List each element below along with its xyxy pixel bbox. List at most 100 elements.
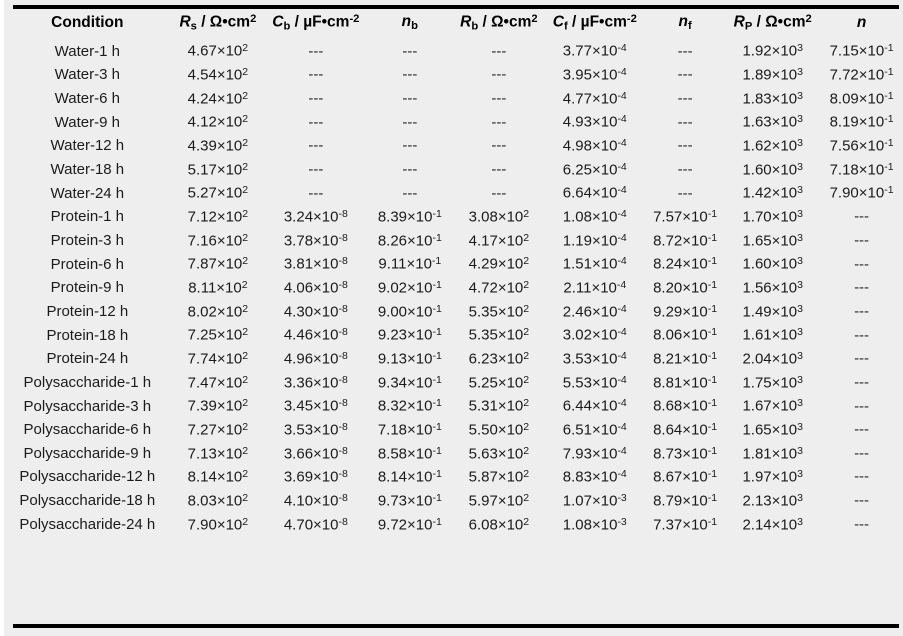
table-row: Protein-12 h 8.02×102 4.30×10-8 9.00×10-1 5.…: [4, 300, 903, 324]
value-mantissa: 9.11×10: [378, 255, 432, 273]
table-row: Polysaccharide-18 h 8.03×102 4.10×10-8 9.73…: [4, 489, 903, 513]
value-exponent: -1: [884, 89, 894, 102]
value-exponent: -1: [707, 420, 718, 433]
cell-Rb: 4.29×102: [453, 252, 545, 276]
cell-Rp: 2.13×103: [725, 489, 820, 513]
cell-Rb: 5.25×102: [453, 371, 545, 395]
value-mantissa: 7.90×10: [187, 515, 243, 533]
value-exponent: 3: [797, 373, 803, 386]
value-mantissa: 6.51×10: [562, 421, 618, 439]
cell-Cf: 2.46×10-4: [545, 300, 645, 324]
value-mantissa: 3.53×10: [283, 421, 339, 439]
cell-Rp: 2.04×103: [725, 347, 820, 371]
value-exponent: -8: [338, 420, 348, 433]
cell-nf: 8.64×10-1: [645, 418, 725, 442]
value-mantissa: 7.18×10: [377, 421, 433, 439]
table-row: Polysaccharide-24 h 7.90×102 4.70×10-8 9.72…: [4, 513, 903, 537]
value-exponent: 2: [242, 444, 249, 457]
table-header: Condition Rs / Ω•cm2 Cb / µF•cm-2 nb Rb / Ω•…: [4, 11, 903, 39]
cell-Cb: 3.36×10-8: [265, 371, 366, 395]
value-mantissa: 9.13×10: [377, 350, 433, 368]
cell-Rs: 7.47×102: [171, 371, 265, 395]
value-mantissa: 5.27×10: [187, 184, 243, 202]
cell-nf: 7.57×10-1: [645, 205, 725, 229]
value-exponent: 2: [523, 397, 530, 410]
cell-Rb: 5.63×102: [453, 442, 545, 466]
cell-Cb: ---: [308, 113, 324, 131]
cell-condition: Polysaccharide-9 h: [23, 444, 152, 462]
value-mantissa: 7.25×10: [187, 326, 243, 344]
value-exponent: -1: [707, 491, 718, 504]
value-mantissa: 8.73×10: [653, 445, 708, 463]
value-mantissa: 1.65×10: [742, 232, 798, 250]
value-mantissa: 9.02×10: [377, 279, 433, 297]
cell-Rp: 1.42×103: [725, 181, 820, 205]
table-row: Protein-1 h 7.12×102 3.24×10-8 8.39×10-1 3.0…: [4, 205, 903, 229]
value-mantissa: 4.06×10: [283, 279, 339, 297]
cell-nb: 8.26×10-1: [367, 229, 454, 253]
value-exponent: 3: [797, 515, 803, 528]
value-mantissa: 7.37×10: [653, 515, 708, 533]
value-exponent: -1: [707, 349, 718, 362]
value-exponent: -4: [617, 397, 627, 410]
header-symbol: R: [733, 13, 745, 31]
cell-Rb: 5.31×102: [453, 394, 545, 418]
value-mantissa: 1.92×10: [742, 42, 798, 60]
value-exponent: -4: [617, 137, 627, 150]
value-exponent: -4: [616, 279, 627, 292]
header-unit-exponent: 2: [805, 13, 812, 25]
value-exponent: 2: [523, 373, 530, 386]
cell-Rb: 3.08×102: [453, 205, 545, 229]
value-mantissa: 3.24×10: [283, 208, 339, 226]
value-mantissa: 7.90×10: [829, 184, 885, 202]
value-mantissa: 4.17×10: [468, 232, 524, 250]
value-mantissa: 8.26×10: [377, 232, 433, 250]
cell-n: 7.18×10-1: [820, 158, 903, 182]
value-exponent: -8: [338, 326, 348, 339]
value-mantissa: 3.78×10: [283, 232, 339, 250]
value-mantissa: 8.24×10: [653, 255, 708, 273]
value-mantissa: 9.72×10: [377, 515, 433, 533]
value-exponent: -1: [707, 515, 718, 528]
value-exponent: 2: [523, 255, 530, 268]
value-exponent: -4: [617, 42, 627, 55]
cell-nb: 7.18×10-1: [367, 418, 454, 442]
cell-nb: 9.34×10-1: [367, 371, 454, 395]
cell-Rb: ---: [491, 137, 507, 155]
value-mantissa: 1.63×10: [742, 113, 798, 131]
value-mantissa: 4.30×10: [283, 303, 339, 321]
cell-n: ---: [854, 350, 870, 368]
cell-Cb: ---: [308, 66, 324, 84]
cell-Rs: 4.24×102: [171, 87, 265, 111]
value-exponent: -8: [338, 302, 348, 315]
cell-Cf: 7.93×10-4: [545, 442, 645, 466]
cell-Rp: 1.62×103: [725, 134, 820, 158]
cell-nf: ---: [677, 113, 693, 131]
cell-Cf: 6.44×10-4: [545, 394, 645, 418]
value-mantissa: 8.02×10: [187, 303, 243, 321]
cell-Rs: 7.74×102: [171, 347, 265, 371]
value-exponent: -8: [338, 208, 348, 221]
cell-Rs: 4.12×102: [171, 110, 265, 134]
cell-nb: 9.02×10-1: [367, 276, 454, 300]
value-exponent: 2: [242, 113, 249, 126]
value-exponent: -8: [338, 444, 348, 457]
value-exponent: 2: [242, 468, 249, 481]
cell-Rs: 7.87×102: [171, 252, 265, 276]
value-mantissa: 4.67×10: [187, 42, 243, 60]
cell-n: ---: [854, 468, 870, 486]
value-mantissa: 1.97×10: [742, 468, 798, 486]
value-exponent: 2: [523, 231, 530, 244]
value-exponent: -4: [617, 113, 627, 126]
value-mantissa: 3.66×10: [283, 445, 339, 463]
value-exponent: 2: [242, 326, 249, 339]
cell-Rb: 5.50×102: [453, 418, 545, 442]
value-mantissa: 7.47×10: [187, 374, 243, 392]
table-row: Polysaccharide-12 h 8.14×102 3.69×10-8 8.14…: [4, 465, 903, 489]
cell-condition: Water-1 h: [54, 42, 120, 60]
value-mantissa: 1.08×10: [562, 208, 618, 226]
cell-Cb: 3.78×10-8: [265, 229, 366, 253]
cell-Cb: 4.70×10-8: [265, 513, 366, 537]
cell-Rs: 8.11×102: [171, 276, 265, 300]
value-exponent: 2: [523, 326, 530, 339]
